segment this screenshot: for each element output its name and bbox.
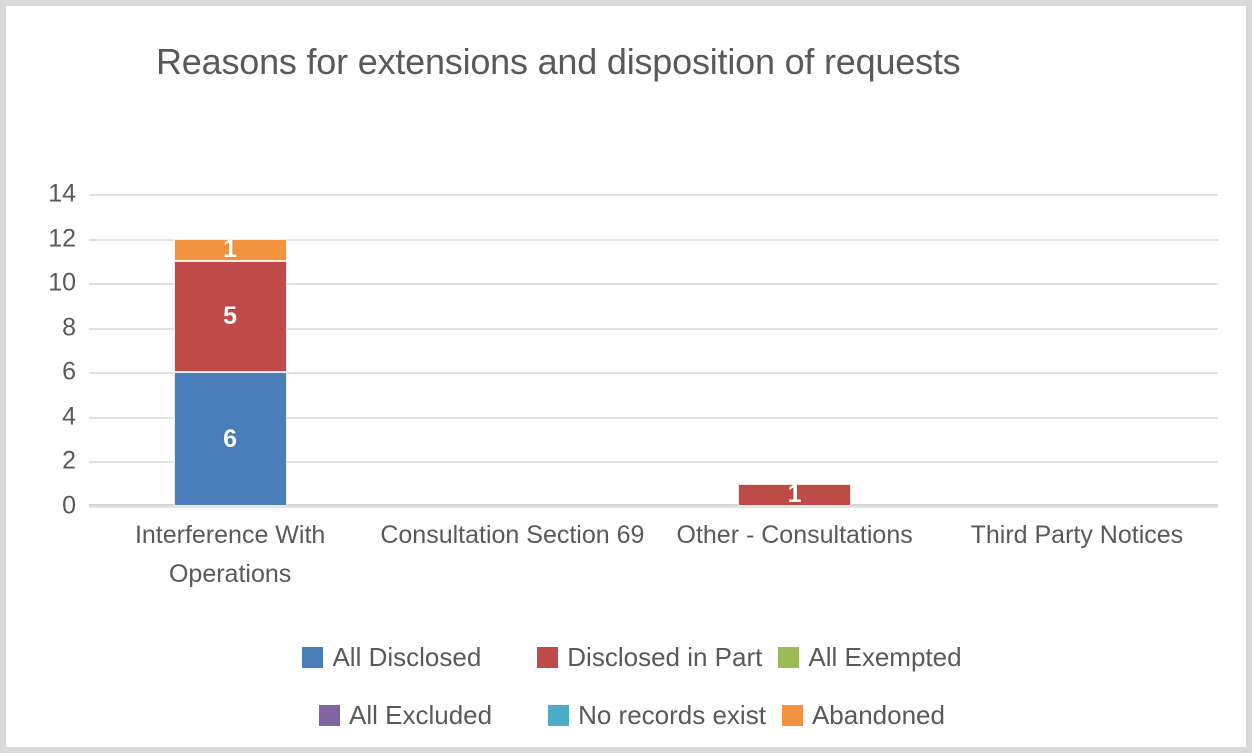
legend-item[interactable]: All Disclosed (302, 644, 481, 670)
y-tick-label: 0 (62, 491, 76, 520)
legend-swatch-icon (781, 704, 803, 726)
legend-swatch-icon (778, 646, 800, 668)
bar-value-label: 6 (223, 424, 238, 453)
legend-row: All Disclosed Disclosed in Part All Exempt… (6, 628, 1246, 686)
legend-item[interactable]: No records exist (548, 702, 766, 728)
legend-label: All Exempted (808, 642, 962, 672)
bar-segment[interactable]: 6 (173, 372, 287, 506)
legend-item[interactable]: All Exempted (778, 642, 962, 672)
bar-value-label: 5 (223, 302, 238, 331)
legend-swatch-icon (302, 646, 324, 668)
legend-item[interactable]: Disclosed in Part (537, 644, 762, 670)
y-tick-label: 4 (62, 402, 76, 431)
y-tick-label: 12 (48, 224, 76, 253)
chart-legend: All Disclosed Disclosed in Part All Exempt… (6, 628, 1246, 744)
legend-label: Disclosed in Part (567, 642, 763, 672)
legend-label: All Excluded (349, 700, 493, 730)
category-label: Interference With Operations (134, 521, 326, 588)
chart-title: Reasons for extensions and disposition o… (156, 41, 961, 82)
legend-item[interactable]: All Excluded (319, 702, 492, 728)
x-axis-category-labels: Interference With Operations Consultation… (89, 516, 1218, 606)
legend-row: All Excluded No records exist Abandoned (6, 686, 1246, 744)
legend-label: No records exist (578, 700, 766, 730)
y-tick-label: 10 (48, 268, 76, 297)
legend-label: Abandoned (811, 700, 945, 730)
bar-segment[interactable]: 1 (173, 235, 287, 264)
y-tick-label: 6 (62, 357, 76, 386)
bar-group[interactable]: 6 5 1 (173, 235, 287, 506)
legend-swatch-icon (319, 704, 341, 726)
y-axis: 14 12 10 8 6 4 2 0 (14, 180, 76, 520)
y-tick-label: 14 (48, 179, 76, 208)
plot-area: 6 5 1 1 (89, 194, 1218, 509)
bar-group[interactable]: 1 (738, 480, 852, 509)
category-label: Third Party Notices (970, 521, 1184, 549)
legend-swatch-icon (548, 704, 570, 726)
gridline (89, 506, 1218, 508)
category-label: Other - Consultations (676, 521, 913, 549)
y-tick-label: 8 (62, 313, 76, 342)
bar-value-label: 1 (223, 235, 238, 264)
bar-value-label: 1 (787, 480, 802, 509)
y-tick-label: 2 (62, 446, 76, 475)
legend-label: All Disclosed (332, 642, 482, 672)
chart-container: Reasons for extensions and disposition o… (0, 0, 1252, 753)
gridline (89, 194, 1218, 196)
bar-segment[interactable]: 1 (738, 480, 852, 509)
legend-item[interactable]: Abandoned (781, 700, 945, 730)
category-label: Consultation Section 69 (380, 521, 645, 549)
bar-segment[interactable]: 5 (173, 260, 287, 373)
legend-swatch-icon (537, 646, 559, 668)
